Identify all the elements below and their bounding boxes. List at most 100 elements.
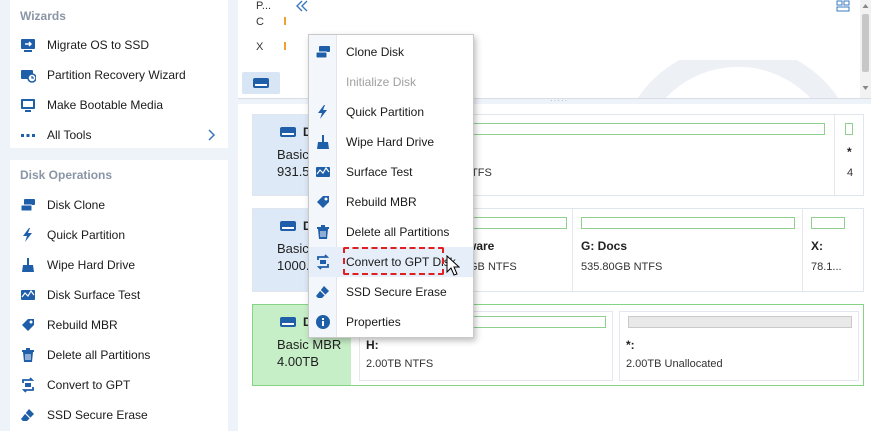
sidebar-item-label: Quick Partition [47, 228, 126, 242]
sidebar-item-delete-all-partitions[interactable]: Delete all Partitions [10, 340, 228, 370]
disk-icon [253, 78, 269, 88]
disk-icon [280, 127, 296, 137]
menu-item-label: Delete all Partitions [346, 225, 450, 239]
menu-item-initialize-disk[interactable]: Initialize Disk [309, 67, 473, 97]
partition-usage-bar [845, 123, 853, 135]
more-icon [20, 127, 36, 143]
partition-marker [284, 42, 286, 50]
convert-icon [20, 377, 36, 393]
partition-info: 78.1... [811, 261, 842, 273]
disk-clone-icon [309, 44, 337, 60]
sidebar-item-migrate-os[interactable]: Migrate OS to SSD [10, 30, 228, 60]
column-header-partition[interactable]: P... [256, 0, 271, 12]
layout-grid-icon[interactable] [836, 0, 850, 12]
menu-item-label: Wipe Hard Drive [346, 135, 435, 149]
rebuild-icon [20, 317, 36, 333]
disk-type: Basic MBR [277, 337, 342, 352]
partition-usage-bar [628, 316, 852, 328]
sidebar-item-partition-recovery[interactable]: Partition Recovery Wizard [10, 60, 228, 90]
wizards-panel: Wizards Migrate OS to SSD Partition Reco… [10, 0, 228, 148]
menu-item-label: Properties [346, 315, 401, 329]
disk-operations-title: Disk Operations [20, 168, 113, 182]
bootable-media-icon [20, 97, 36, 113]
chevron-right-icon [204, 127, 218, 143]
sidebar-item-disk-clone[interactable]: Disk Clone [10, 190, 228, 220]
sidebar-item-label: Wipe Hard Drive [47, 258, 136, 272]
surface-test-icon [20, 287, 36, 303]
menu-item-label: Surface Test [346, 165, 413, 179]
menu-item-rebuild-mbr[interactable]: Rebuild MBR [309, 187, 473, 217]
sidebar-item-rebuild-mbr[interactable]: Rebuild MBR [10, 310, 228, 340]
partition-info: 4 [847, 167, 854, 179]
sidebar-item-label: Convert to GPT [47, 378, 131, 392]
broom-icon [309, 134, 337, 150]
lightning-icon [20, 227, 36, 243]
partition-block[interactable]: X: 78.1... [803, 209, 865, 291]
partition-block[interactable]: *: 2.00TB Unallocated [619, 311, 859, 381]
menu-item-clone-disk[interactable]: Clone Disk [309, 37, 473, 67]
eraser-icon [309, 284, 337, 300]
disk-operations-panel: Disk Operations Disk Clone Quick Partiti… [10, 160, 228, 431]
partition-label: H: [366, 338, 379, 352]
menu-item-wipe-hard-drive[interactable]: Wipe Hard Drive [309, 127, 473, 157]
partition-label: *: [626, 338, 635, 352]
disk-icon [280, 221, 296, 231]
partition-block[interactable]: * 4 [835, 115, 865, 195]
partition-info: 2.00TB NTFS [366, 358, 434, 370]
sidebar-item-label: SSD Secure Erase [47, 408, 148, 422]
mouse-cursor-icon [446, 255, 460, 276]
menu-item-label: SSD Secure Erase [346, 285, 447, 299]
disk-icon [280, 317, 296, 327]
convert-icon [309, 254, 337, 270]
menu-item-quick-partition[interactable]: Quick Partition [309, 97, 473, 127]
sidebar-item-label: Disk Surface Test [47, 288, 141, 302]
disk-clone-icon [20, 197, 36, 213]
recovery-icon [20, 67, 36, 83]
partition-usage-bar [811, 217, 845, 229]
sidebar-item-all-tools[interactable]: All Tools [10, 120, 228, 150]
sidebar-item-disk-surface-test[interactable]: Disk Surface Test [10, 280, 228, 310]
lightning-icon [309, 104, 337, 120]
sidebar-item-label: Make Bootable Media [47, 98, 164, 112]
sidebar-item-ssd-secure-erase[interactable]: SSD Secure Erase [10, 400, 228, 430]
row-label-x: X [256, 41, 264, 53]
partition-info: 535.80GB NTFS [581, 261, 663, 273]
sidebar-item-wipe-hard-drive[interactable]: Wipe Hard Drive [10, 250, 228, 280]
partition-usage-bar [581, 217, 795, 229]
eraser-icon [20, 407, 36, 423]
scroll-up-icon[interactable] [862, 2, 869, 10]
sidebar-item-convert-to-gpt[interactable]: Convert to GPT [10, 370, 228, 400]
rebuild-icon [309, 194, 337, 210]
red-dashed-highlight [343, 247, 444, 275]
scrollbar-thumb[interactable] [862, 14, 869, 72]
row-label-c: C [256, 16, 264, 28]
wizards-title: Wizards [20, 9, 66, 23]
menu-item-surface-test[interactable]: Surface Test [309, 157, 473, 187]
trash-icon [309, 224, 337, 240]
menu-item-label: Rebuild MBR [346, 195, 417, 209]
menu-item-properties[interactable]: Properties [309, 307, 473, 337]
partition-info: TFS [471, 167, 492, 179]
menu-item-delete-all-partitions[interactable]: Delete all Partitions [309, 217, 473, 247]
info-icon [309, 314, 337, 330]
scroll-down-icon[interactable] [862, 84, 869, 92]
menu-item-ssd-secure-erase[interactable]: SSD Secure Erase [309, 277, 473, 307]
partition-block[interactable]: G: Docs 535.80GB NTFS [573, 209, 803, 291]
sidebar-item-label: Delete all Partitions [47, 348, 151, 362]
partition-info: GB NTFS [469, 261, 517, 273]
disk-view-thumbnail[interactable] [242, 72, 280, 94]
surface-test-icon [309, 164, 337, 180]
partition-label: * [847, 145, 852, 159]
menu-item-label: Quick Partition [346, 105, 425, 119]
double-chevron-left-icon[interactable] [295, 0, 309, 12]
sidebar-item-label: Migrate OS to SSD [47, 38, 150, 52]
context-menu: Clone Disk Initialize Disk Quick Partiti… [308, 34, 474, 338]
broom-icon [20, 257, 36, 273]
trash-icon [20, 347, 36, 363]
sidebar-item-quick-partition[interactable]: Quick Partition [10, 220, 228, 250]
migrate-icon [20, 37, 36, 53]
sidebar-item-bootable-media[interactable]: Make Bootable Media [10, 90, 228, 120]
vertical-scrollbar[interactable] [860, 0, 871, 98]
partition-marker [284, 17, 286, 25]
sidebar-item-label: Partition Recovery Wizard [47, 68, 186, 82]
